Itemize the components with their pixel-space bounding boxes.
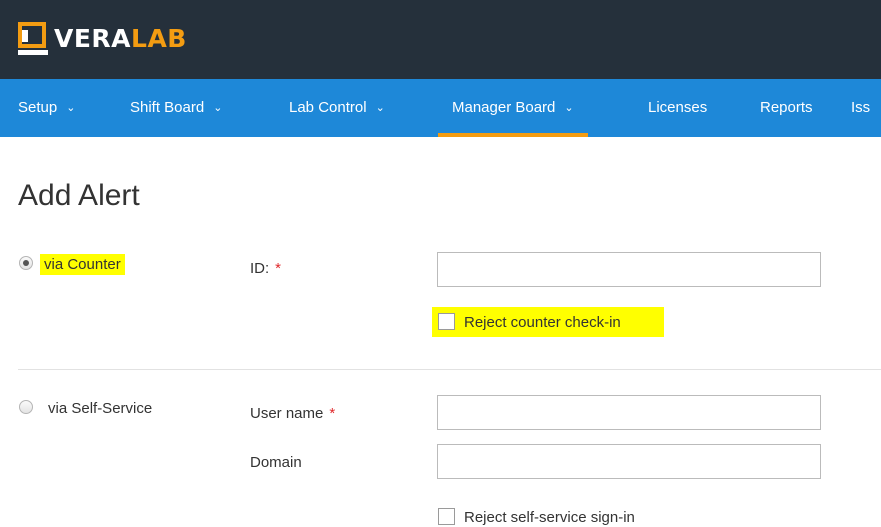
nav-item-licenses[interactable]: Licenses <box>648 79 707 137</box>
username-label: User name * <box>250 405 335 422</box>
app-header: VERALAB <box>0 0 881 79</box>
id-input[interactable] <box>437 252 821 287</box>
reject-counter-checkin-label-a: Reject counter check- <box>464 314 610 331</box>
page-title: Add Alert <box>18 179 140 212</box>
via-counter-label-text: via Counter <box>40 254 125 275</box>
required-asterisk: * <box>329 405 336 422</box>
nav-item-label: Reports <box>760 99 813 116</box>
id-label-text: ID: <box>250 260 270 277</box>
nav-item-label: Manager Board <box>452 99 556 116</box>
reject-counter-checkin-label[interactable]: Reject counter check-in <box>464 314 621 331</box>
chevron-down-icon: ⌄ <box>213 102 223 114</box>
via-counter-label[interactable]: via Counter <box>40 254 125 275</box>
chevron-down-icon: ⌄ <box>66 102 76 114</box>
nav-item-label: Iss <box>851 99 871 116</box>
main-nav: Setup ⌄ Shift Board ⌄ Lab Control ⌄ Manager… <box>0 79 881 137</box>
chevron-down-icon: ⌄ <box>564 102 574 114</box>
veralab-logo[interactable]: VERALAB <box>18 22 187 56</box>
reject-counter-checkin-checkbox[interactable] <box>438 313 455 330</box>
username-label-text: User name <box>250 405 324 422</box>
section-divider <box>18 369 881 370</box>
nav-item-manager-board[interactable]: Manager Board ⌄ <box>438 79 588 137</box>
reject-self-service-signin-label[interactable]: Reject self-service sign-in <box>464 509 635 526</box>
domain-label: Domain <box>250 454 302 471</box>
reject-counter-checkin-label-b: in <box>609 314 621 331</box>
nav-item-label: Licenses <box>648 99 708 116</box>
brand-name-part1: VERA <box>54 24 132 53</box>
monitor-logo-icon <box>18 22 48 55</box>
id-label: ID: * <box>250 260 281 277</box>
nav-item-setup[interactable]: Setup ⌄ <box>18 79 75 137</box>
nav-item-label: Shift Board <box>130 99 205 116</box>
domain-input[interactable] <box>437 444 821 479</box>
required-asterisk: * <box>275 260 282 277</box>
nav-item-issues[interactable]: Iss <box>851 79 870 137</box>
brand-name: VERALAB <box>54 22 187 56</box>
via-counter-radio[interactable] <box>19 256 33 270</box>
nav-item-label: Lab Control <box>289 99 367 116</box>
nav-item-label: Setup <box>18 99 58 116</box>
nav-item-shift-board[interactable]: Shift Board ⌄ <box>130 79 222 137</box>
reject-self-service-signin-checkbox[interactable] <box>438 508 455 525</box>
nav-item-lab-control[interactable]: Lab Control ⌄ <box>289 79 385 137</box>
brand-name-part2: LAB <box>131 24 187 53</box>
via-self-service-radio[interactable] <box>19 400 33 414</box>
chevron-down-icon: ⌄ <box>375 102 385 114</box>
nav-item-reports[interactable]: Reports <box>760 79 813 137</box>
via-self-service-label[interactable]: via Self-Service <box>48 400 152 417</box>
username-input[interactable] <box>437 395 821 430</box>
